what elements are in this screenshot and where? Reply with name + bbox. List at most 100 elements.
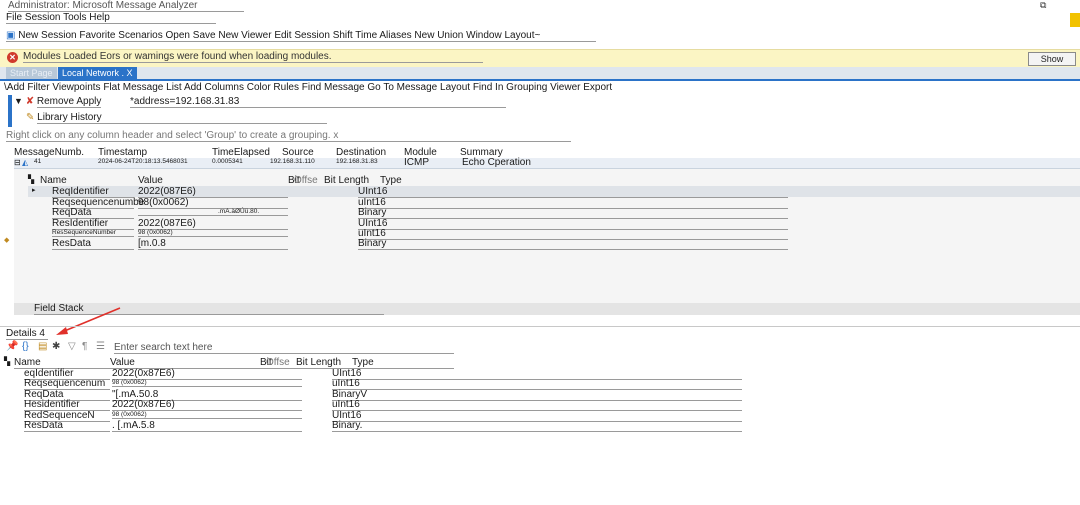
filter-expression[interactable]: *address=192.168.31.83 — [130, 96, 506, 108]
cell-source: 192.168.31.110 — [270, 158, 315, 165]
new-session-button[interactable]: New Session — [18, 30, 76, 41]
collapse-icon[interactable]: ⊟ — [14, 158, 21, 167]
field-stack-bar[interactable]: Field Stack — [14, 303, 1080, 315]
nested-value: [m.0.8 — [138, 238, 288, 250]
nested-name: ResSequenceNumber — [52, 229, 134, 237]
nested-column-bitlength[interactable]: Bit Length — [324, 175, 369, 186]
go-to-message-button[interactable]: Go To Message — [367, 82, 437, 93]
new-union-button[interactable]: New Union — [414, 30, 463, 41]
main-toolbar: ▣ New Session Favorite Scenarios Open Sa… — [6, 30, 596, 42]
nested-column-name[interactable]: Name — [40, 175, 67, 186]
error-icon: ✕ — [7, 52, 18, 63]
edit-session-button[interactable]: Edit Session — [274, 30, 330, 41]
filter-apply-row: ▼ ✘ Remove Apply — [14, 96, 102, 108]
menu-session[interactable]: Session — [25, 12, 61, 23]
close-icon[interactable] — [1070, 13, 1080, 27]
paragraph-icon[interactable]: ¶ — [82, 341, 87, 353]
color-rules-button[interactable]: Color Rules — [247, 82, 299, 93]
details-column-value[interactable]: Value — [110, 357, 135, 368]
nested-value: .mA.àØÚü.80. — [138, 208, 288, 216]
details-column-type[interactable]: Type — [352, 357, 374, 368]
cell-message-number: 41 — [34, 158, 42, 165]
details-column-name[interactable]: Name — [14, 357, 41, 368]
viewpoints-button[interactable]: Viewpoints — [52, 82, 100, 93]
brackets-icon[interactable]: {} — [22, 341, 29, 353]
filter-icon[interactable]: ▽ — [68, 341, 76, 353]
nested-type: Binary — [358, 238, 788, 250]
details-value: 98 (0x0062) — [112, 379, 302, 387]
analysis-toolbar: \Add Filter Viewpoints Flat Message List… — [4, 82, 612, 93]
cell-elapsed: 0.0005341 — [212, 158, 243, 165]
nested-column-offset[interactable]: Offse — [294, 175, 318, 186]
menu-tools[interactable]: Tools — [63, 12, 86, 23]
details-row[interactable]: ResData . [.mA.5.8 Binary. — [8, 420, 1008, 432]
paw-icon[interactable]: ✱ — [52, 341, 60, 353]
folder-icon[interactable]: ▤ — [38, 341, 47, 353]
restore-icon[interactable]: ⧉ — [1040, 0, 1046, 11]
library-icon: ✎ — [26, 112, 35, 123]
nested-row[interactable]: ReqData .mA.àØÚü.80. Binary — [28, 207, 1080, 219]
nested-row[interactable]: ResData [m.0.8 Binary — [28, 238, 1080, 250]
banner-message: Modules Loaded Eors or wamings were foun… — [23, 51, 483, 63]
aliases-button[interactable]: Aliases — [379, 30, 411, 41]
favorite-scenarios-button[interactable]: Favorite Scenarios — [79, 30, 162, 41]
details-separator — [0, 326, 1080, 327]
nested-value: 98 (0x0062) — [138, 229, 288, 237]
column-header-destination[interactable]: Destination — [336, 147, 386, 158]
filter-history-row: ✎ Library History — [26, 112, 328, 124]
menu-help[interactable]: Help — [89, 12, 110, 23]
menu-bar: File Session Tools Help — [6, 12, 216, 24]
row-icon: ◭ — [22, 158, 29, 167]
cell-timestamp: 2024-06-24T20:18:13.5468031 — [98, 158, 188, 165]
window-layout-button[interactable]: Window Layout~ — [466, 30, 540, 41]
show-button[interactable]: Show — [1028, 52, 1076, 66]
details-value: 98 (0x0062) — [112, 411, 302, 419]
details-title: Details 4 — [6, 328, 48, 340]
flat-message-list-button[interactable]: Flat Message List — [103, 82, 181, 93]
add-columns-button[interactable]: Add Columns — [184, 82, 244, 93]
side-marker-icon: ◆ — [4, 237, 10, 244]
details-type: Binary. — [332, 420, 742, 432]
details-row[interactable]: Hesidentifier 2022(0x87E6) uInt16 — [8, 399, 1008, 411]
remove-apply-button[interactable]: Remove Apply — [36, 96, 102, 108]
group-hint: Right click on any column header and sel… — [6, 130, 571, 142]
library-history-button[interactable]: Library History — [37, 112, 328, 124]
tab-accent-line — [0, 79, 1080, 81]
new-viewer-button[interactable]: New Viewer — [218, 30, 271, 41]
details-row[interactable]: Reqsequencenum 98 (0x0062) uInt16 — [8, 378, 1008, 390]
remove-icon[interactable]: ✘ — [26, 96, 34, 107]
layout-button[interactable]: Layout — [440, 82, 470, 93]
column-header-messagenumber[interactable]: MessageNumb. — [14, 147, 84, 158]
align-icon[interactable]: ☰ — [96, 341, 105, 353]
funnel-icon: ▼ — [14, 96, 23, 106]
details-name: ResData — [24, 420, 110, 432]
column-header-timeelapsed[interactable]: TimeElapsed — [212, 147, 270, 158]
add-filter-button[interactable]: Add Filter — [7, 82, 50, 93]
pin-icon[interactable]: 📌 — [6, 341, 18, 353]
nested-row[interactable]: ▸ ReqIdentifier 2022(087E6) UInt16 — [28, 186, 1080, 198]
details-column-offset[interactable]: Offse — [266, 357, 290, 368]
search-input[interactable] — [114, 341, 454, 354]
open-button[interactable]: Open — [166, 30, 190, 41]
nested-column-value[interactable]: Value — [138, 175, 163, 186]
tab-local-network[interactable]: Local Network . X — [58, 67, 137, 79]
column-header-timestamp[interactable]: Timestamp — [98, 147, 147, 158]
new-session-icon[interactable]: ▣ — [6, 30, 15, 41]
column-header-source[interactable]: Source — [282, 147, 314, 158]
details-column-icon: ▚ — [4, 357, 11, 366]
menu-file[interactable]: File — [6, 12, 22, 23]
nested-column-type[interactable]: Type — [380, 175, 402, 186]
tab-start-page[interactable]: Start Page — [6, 67, 57, 79]
cell-summary: Echo Cperation — [462, 157, 531, 168]
message-row[interactable]: ⊟ ◭ 41 2024-06-24T20:18:13.5468031 0.000… — [14, 157, 1080, 169]
field-stack-label: Field Stack — [34, 303, 384, 315]
export-button[interactable]: Export — [583, 82, 612, 93]
details-value: . [.mA.5.8 — [112, 420, 302, 432]
nested-name: ResData — [52, 238, 134, 250]
find-message-button[interactable]: Find Message — [302, 82, 365, 93]
shift-time-button[interactable]: Shift Time — [333, 30, 377, 41]
find-in-grouping-viewer-button[interactable]: Find In Grouping Viewer — [473, 82, 581, 93]
details-column-bitlength[interactable]: Bit Length — [296, 357, 341, 368]
expand-icon[interactable]: ▸ — [32, 186, 36, 194]
save-button[interactable]: Save — [193, 30, 216, 41]
